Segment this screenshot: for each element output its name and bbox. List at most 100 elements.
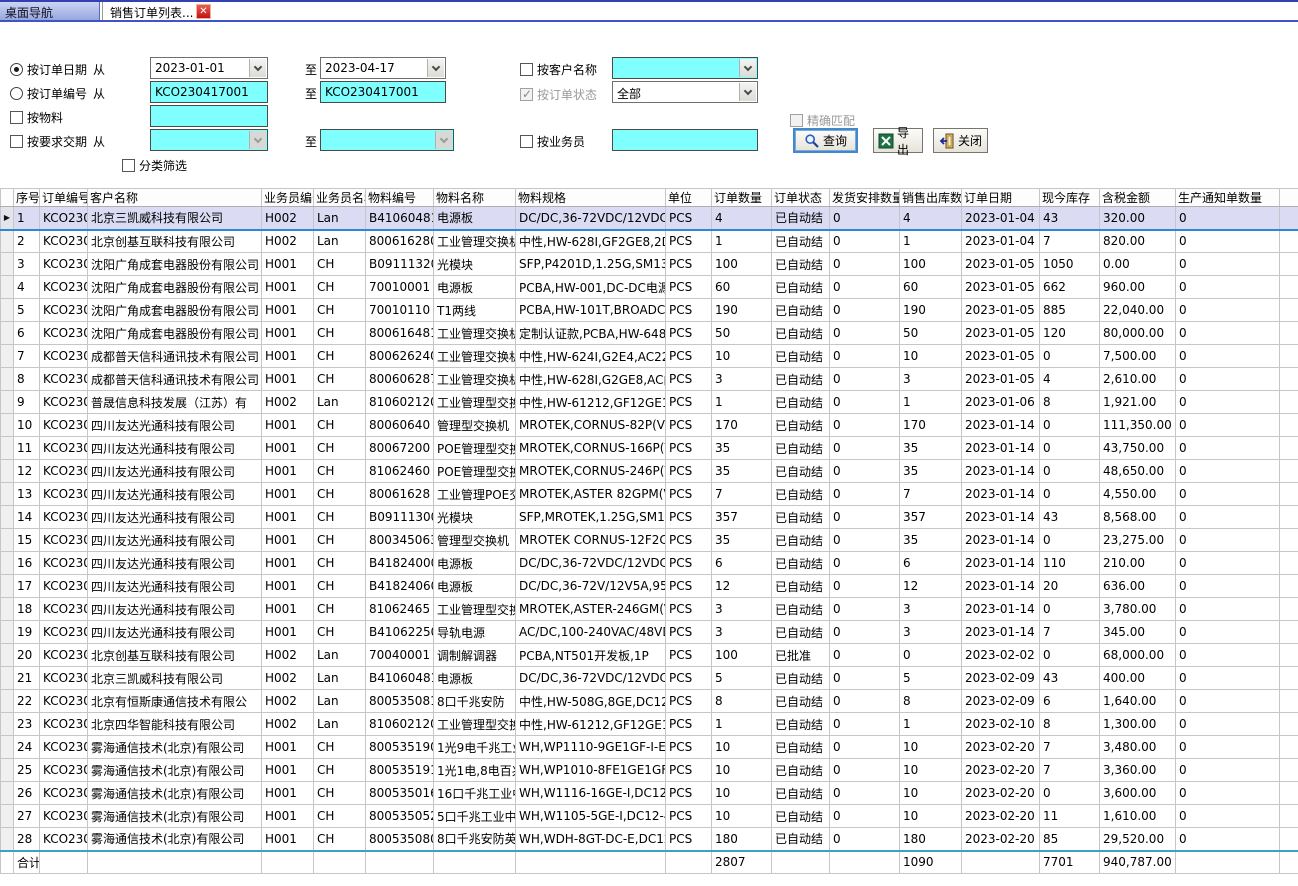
cell-unit[interactable]: PCS — [666, 460, 712, 483]
table-row[interactable]: 8KCO230105成都普天信科通讯技术有限公司H001CH8006062870… — [1, 368, 1298, 391]
cell-seq[interactable]: 21 — [14, 667, 40, 690]
cell-unit[interactable]: PCS — [666, 621, 712, 644]
table-row[interactable]: 2KCO230104北京创基互联科技有限公司H002Lan8006162803工… — [1, 230, 1298, 253]
cell-sales-out-qty[interactable]: 10 — [900, 345, 962, 368]
cell-order-status[interactable]: 已自动结 — [772, 713, 830, 736]
row-selector[interactable] — [1, 368, 14, 391]
category-filter-checkbox[interactable] — [122, 159, 135, 172]
cell-material-no[interactable]: 8003450630 — [366, 529, 434, 552]
table-row[interactable]: 17KCO230114四川友达光通科技有限公司H001CHB41824060电源… — [1, 575, 1298, 598]
cell-prod-notice-qty[interactable]: 0 — [1176, 736, 1280, 759]
cell-material-name[interactable]: 电源板 — [434, 667, 516, 690]
cell-order-status[interactable]: 已自动结 — [772, 299, 830, 322]
cell-spec[interactable]: 中性,HW-628I,GF2GE8,2DC — [516, 230, 666, 253]
cell-order-date[interactable]: 2023-01-14 — [962, 621, 1040, 644]
cell-order-qty[interactable]: 100 — [712, 644, 772, 667]
cell-ship-plan-qty[interactable]: 0 — [830, 276, 900, 299]
cell-current-stock[interactable]: 7 — [1040, 230, 1100, 253]
cell-current-stock[interactable]: 7 — [1040, 736, 1100, 759]
cell-material-no[interactable]: 8006262405 — [366, 345, 434, 368]
cell-sales-out-qty[interactable]: 190 — [900, 299, 962, 322]
cell-salesman-code[interactable]: H002 — [262, 644, 314, 667]
cell-material-name[interactable]: 工业管理交换机 — [434, 345, 516, 368]
cell-customer[interactable]: 北京创基互联科技有限公司 — [88, 230, 262, 253]
cell-salesman-name[interactable]: Lan — [314, 230, 366, 253]
cell-spec[interactable]: WH,W1105-5GE-I,DC12-48 — [516, 805, 666, 828]
cell-current-stock[interactable]: 43 — [1040, 207, 1100, 230]
cell-customer[interactable]: 沈阳广角成套电器股份有限公司 — [88, 299, 262, 322]
cell-current-stock[interactable]: 1050 — [1040, 253, 1100, 276]
cell-order-no[interactable]: KCO230114 — [40, 437, 88, 460]
cell-seq[interactable]: 22 — [14, 690, 40, 713]
cell-salesman-name[interactable]: CH — [314, 299, 366, 322]
cell-material-name[interactable]: 导轨电源 — [434, 621, 516, 644]
cell-sales-out-qty[interactable]: 5 — [900, 667, 962, 690]
cell-salesman-code[interactable]: H002 — [262, 690, 314, 713]
cell-material-no[interactable]: 8106021202 — [366, 713, 434, 736]
cell-prod-notice-qty[interactable]: 0 — [1176, 460, 1280, 483]
cell-material-name[interactable]: 工业管理型交换机 — [434, 713, 516, 736]
cell-spec[interactable]: DC/DC,36-72VDC/12VDC,5 — [516, 667, 666, 690]
cell-material-name[interactable]: 管理型交换机 — [434, 529, 516, 552]
cell-ship-plan-qty[interactable]: 0 — [830, 759, 900, 782]
cell-prod-notice-qty[interactable]: 0 — [1176, 253, 1280, 276]
cell-order-no[interactable]: KCO230105 — [40, 276, 88, 299]
cell-salesman-name[interactable]: CH — [314, 621, 366, 644]
cell-tax-amount[interactable]: 636.00 — [1100, 575, 1176, 598]
table-row[interactable]: 7KCO230105成都普天信科通讯技术有限公司H001CH8006262405… — [1, 345, 1298, 368]
cell-order-status[interactable]: 已自动结 — [772, 230, 830, 253]
cell-spec[interactable]: MROTEK CORNUS-12F2C — [516, 529, 666, 552]
cell-seq[interactable]: 13 — [14, 483, 40, 506]
material-checkbox[interactable] — [10, 111, 23, 124]
cell-order-date[interactable]: 2023-01-14 — [962, 552, 1040, 575]
cell-unit[interactable]: PCS — [666, 552, 712, 575]
cell-material-name[interactable]: T1两线 — [434, 299, 516, 322]
cell-ship-plan-qty[interactable]: 0 — [830, 368, 900, 391]
cell-material-no[interactable]: 80061628 — [366, 483, 434, 506]
cell-order-qty[interactable]: 7 — [712, 483, 772, 506]
cell-material-no[interactable]: B410604812 — [366, 667, 434, 690]
cell-unit[interactable]: PCS — [666, 483, 712, 506]
salesman-input[interactable] — [612, 129, 758, 151]
cell-ship-plan-qty[interactable]: 0 — [830, 299, 900, 322]
cell-material-no[interactable]: 8005350166 — [366, 782, 434, 805]
cell-order-status[interactable]: 已自动结 — [772, 805, 830, 828]
chevron-down-icon[interactable] — [249, 59, 266, 77]
cell-order-no[interactable]: KCO230105 — [40, 322, 88, 345]
cell-order-status[interactable]: 已自动结 — [772, 276, 830, 299]
cell-sales-out-qty[interactable]: 10 — [900, 782, 962, 805]
export-button[interactable]: 导出 — [873, 128, 923, 153]
cell-material-name[interactable]: 电源板 — [434, 276, 516, 299]
cell-order-status[interactable]: 已自动结 — [772, 529, 830, 552]
cell-material-name[interactable]: 工业管理POE交换机 — [434, 483, 516, 506]
cell-order-date[interactable]: 2023-01-06 — [962, 391, 1040, 414]
cell-salesman-code[interactable]: H001 — [262, 805, 314, 828]
table-row[interactable]: 14KCO230114四川友达光通科技有限公司H001CHB09111300光模… — [1, 506, 1298, 529]
cell-order-status[interactable]: 已自动结 — [772, 828, 830, 851]
cell-seq[interactable]: 18 — [14, 598, 40, 621]
row-selector[interactable] — [1, 759, 14, 782]
cell-material-name[interactable]: 16口千兆工业中 — [434, 782, 516, 805]
cell-material-name[interactable]: POE管理型交换机 — [434, 460, 516, 483]
cell-material-name[interactable]: 电源板 — [434, 552, 516, 575]
row-selector[interactable] — [1, 322, 14, 345]
cell-tax-amount[interactable]: 22,040.00 — [1100, 299, 1176, 322]
cell-order-no[interactable]: KCO230114 — [40, 575, 88, 598]
cell-tax-amount[interactable]: 3,360.00 — [1100, 759, 1176, 782]
cell-customer[interactable]: 雾海通信技术(北京)有限公司 — [88, 828, 262, 851]
cell-salesman-code[interactable]: H002 — [262, 207, 314, 230]
cell-seq[interactable]: 23 — [14, 713, 40, 736]
cell-prod-notice-qty[interactable]: 0 — [1176, 575, 1280, 598]
delivery-date-checkbox[interactable] — [10, 135, 23, 148]
cell-customer[interactable]: 四川友达光通科技有限公司 — [88, 598, 262, 621]
cell-unit[interactable]: PCS — [666, 437, 712, 460]
cell-current-stock[interactable]: 0 — [1040, 598, 1100, 621]
cell-current-stock[interactable]: 0 — [1040, 414, 1100, 437]
cell-material-no[interactable]: 80067200 — [366, 437, 434, 460]
cell-order-date[interactable]: 2023-02-20 — [962, 759, 1040, 782]
table-row[interactable]: 25KCO230220雾海通信技术(北京)有限公司H001CH800535191… — [1, 759, 1298, 782]
cell-unit[interactable]: PCS — [666, 828, 712, 851]
cell-spec[interactable]: MROTEK,CORNUS-246P(V — [516, 460, 666, 483]
cell-material-no[interactable]: 8106021202 — [366, 391, 434, 414]
cell-tax-amount[interactable]: 400.00 — [1100, 667, 1176, 690]
